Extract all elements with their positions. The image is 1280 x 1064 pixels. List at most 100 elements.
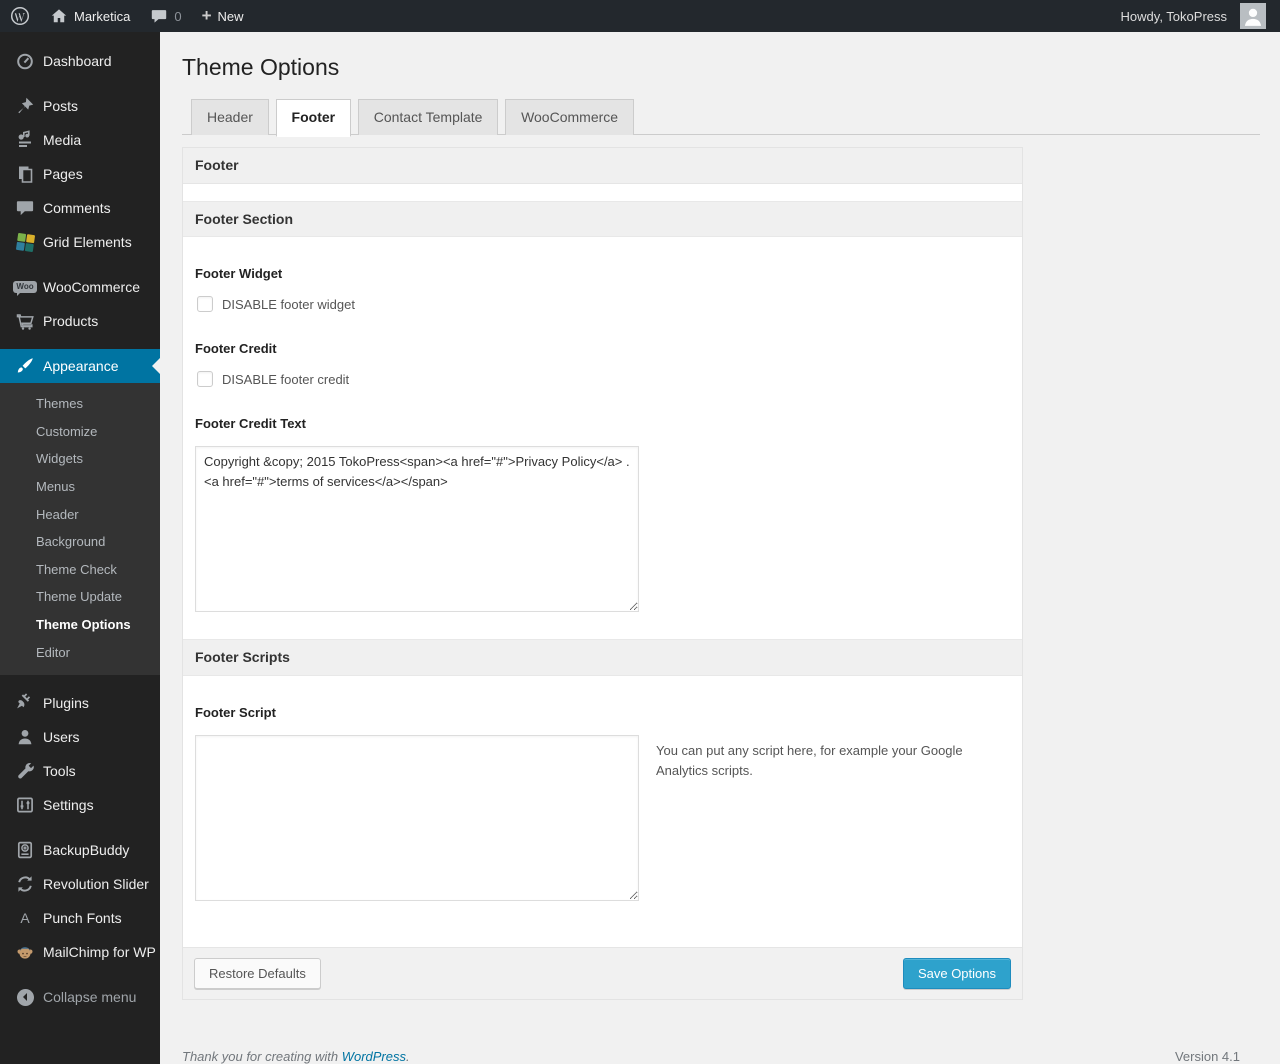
settings-icon bbox=[15, 795, 35, 815]
sidebar-item-dashboard[interactable]: Dashboard bbox=[0, 44, 160, 78]
submenu-item-header[interactable]: Header bbox=[0, 501, 160, 529]
brush-icon bbox=[15, 356, 35, 376]
comment-bubble-icon bbox=[15, 198, 35, 218]
tab-header[interactable]: Header bbox=[191, 98, 269, 135]
footer-script-description: You can put any script here, for example… bbox=[656, 743, 963, 779]
sidebar-item-plugins[interactable]: Plugins bbox=[0, 686, 160, 720]
sidebar-item-label: Products bbox=[43, 313, 99, 329]
sidebar-item-label: Users bbox=[43, 729, 80, 746]
footer-credit-label: Footer Credit bbox=[195, 341, 277, 357]
sidebar-item-settings[interactable]: Settings bbox=[0, 788, 160, 822]
site-name: Marketica bbox=[74, 8, 131, 24]
woocommerce-icon: Woo bbox=[13, 277, 37, 297]
version-text: Version 4.1 bbox=[1174, 1049, 1240, 1064]
menu-separator bbox=[0, 969, 160, 980]
submenu-item-editor[interactable]: Editor bbox=[0, 639, 160, 667]
sidebar-item-label: Pages bbox=[43, 166, 83, 182]
sidebar-item-label: Grid Elements bbox=[43, 234, 132, 250]
sidebar-item-comments[interactable]: Comments bbox=[0, 191, 160, 225]
footer-credit-text-label: Footer Credit Text bbox=[195, 416, 306, 432]
checkbox-label: DISABLE footer credit bbox=[222, 371, 350, 387]
sidebar-item-punch-fonts[interactable]: A Punch Fonts bbox=[0, 901, 160, 935]
sidebar-item-tools[interactable]: Tools bbox=[0, 754, 160, 788]
save-options-button[interactable]: Save Options bbox=[902, 958, 1011, 990]
refresh-icon bbox=[15, 874, 35, 894]
home-icon bbox=[51, 9, 67, 23]
sidebar-item-label: Punch Fonts bbox=[43, 910, 122, 927]
media-icon bbox=[15, 130, 35, 150]
main-content: Theme Options Header Footer Contact Temp… bbox=[160, 0, 1280, 1064]
submenu-item-widgets[interactable]: Widgets bbox=[0, 445, 160, 473]
disable-footer-widget-row[interactable]: DISABLE footer widget bbox=[195, 296, 1010, 313]
footer-widget-label: Footer Widget bbox=[195, 266, 283, 282]
site-menu-button[interactable]: Marketica bbox=[40, 0, 140, 32]
admin-sidebar: Dashboard Posts Media Pages Comments Gri… bbox=[0, 32, 160, 1064]
disable-footer-credit-row[interactable]: DISABLE footer credit bbox=[195, 371, 1010, 388]
submenu-item-theme-check[interactable]: Theme Check bbox=[0, 556, 160, 584]
sidebar-item-posts[interactable]: Posts bbox=[0, 89, 160, 123]
sidebar-item-label: Settings bbox=[43, 797, 94, 814]
panel-actions-bar: Restore Defaults Save Options bbox=[183, 947, 1022, 1000]
footer-script-textarea[interactable] bbox=[195, 735, 639, 902]
collapse-arrow-icon bbox=[15, 987, 35, 1007]
sidebar-item-grid-elements[interactable]: Grid Elements bbox=[0, 225, 160, 259]
footer-script-label: Footer Script bbox=[195, 705, 276, 721]
menu-separator bbox=[0, 78, 160, 89]
submenu-item-background[interactable]: Background bbox=[0, 528, 160, 556]
sidebar-item-label: Appearance bbox=[43, 358, 119, 374]
sidebar-item-label: Revolution Slider bbox=[43, 876, 149, 893]
comments-button[interactable]: 0 bbox=[140, 0, 191, 32]
pin-icon bbox=[15, 96, 35, 116]
footer-scripts-content: Footer Script You can put any script her… bbox=[183, 705, 1022, 947]
footer-options-panel: Footer Footer Section Footer Widget DISA… bbox=[182, 146, 1023, 1001]
grid-icon bbox=[15, 232, 35, 252]
tab-contact-template[interactable]: Contact Template bbox=[357, 98, 499, 135]
sidebar-item-products[interactable]: Products bbox=[0, 304, 160, 338]
submenu-item-menus[interactable]: Menus bbox=[0, 473, 160, 501]
account-menu-button[interactable]: Howdy, TokoPress bbox=[1111, 0, 1280, 32]
tab-woocommerce[interactable]: WooCommerce bbox=[505, 98, 635, 135]
sidebar-item-media[interactable]: Media bbox=[0, 123, 160, 157]
howdy-text: Howdy, TokoPress bbox=[1120, 8, 1227, 24]
sidebar-item-label: Media bbox=[43, 132, 82, 148]
sidebar-item-label: Tools bbox=[43, 763, 76, 780]
letter-a-icon: A bbox=[20, 910, 30, 927]
sidebar-item-appearance[interactable]: Appearance bbox=[0, 349, 160, 383]
wordpress-link[interactable]: WordPress bbox=[342, 1049, 406, 1064]
sidebar-item-label: BackupBuddy bbox=[43, 842, 130, 859]
cart-icon bbox=[15, 311, 35, 331]
sidebar-item-label: Plugins bbox=[43, 695, 89, 712]
menu-separator bbox=[0, 675, 160, 686]
menu-separator bbox=[0, 259, 160, 270]
footer-thanks: Thank you for creating with WordPress. bbox=[182, 1049, 410, 1064]
collapse-menu-button[interactable]: Collapse menu bbox=[0, 980, 160, 1014]
submenu-item-themes[interactable]: Themes bbox=[0, 390, 160, 418]
menu-separator bbox=[0, 338, 160, 349]
restore-defaults-button[interactable]: Restore Defaults bbox=[194, 958, 321, 990]
sidebar-item-label: WooCommerce bbox=[43, 279, 140, 295]
user-icon bbox=[15, 727, 35, 747]
submenu-item-customize[interactable]: Customize bbox=[0, 418, 160, 446]
new-content-button[interactable]: + New bbox=[192, 0, 254, 32]
new-label: New bbox=[217, 8, 244, 24]
admin-bar: Marketica 0 + New Howdy, TokoPress bbox=[0, 0, 1280, 32]
footer-scripts-bar: Footer Scripts bbox=[183, 639, 1022, 677]
wordpress-admin-screen: Marketica 0 + New Howdy, TokoPress Dashb… bbox=[0, 0, 1280, 1064]
sidebar-item-label: Comments bbox=[43, 200, 111, 216]
footer-section-bar: Footer Section bbox=[183, 200, 1022, 238]
sidebar-item-users[interactable]: Users bbox=[0, 720, 160, 754]
footer-credit-text-textarea[interactable]: Copyright &copy; 2015 TokoPress<span><a … bbox=[195, 446, 639, 613]
tab-footer[interactable]: Footer bbox=[275, 98, 352, 137]
disable-footer-credit-checkbox[interactable] bbox=[197, 371, 213, 388]
submenu-item-theme-update[interactable]: Theme Update bbox=[0, 583, 160, 611]
wp-logo-button[interactable] bbox=[0, 0, 40, 32]
avatar bbox=[1240, 3, 1266, 29]
sidebar-item-backupbuddy[interactable]: BackupBuddy bbox=[0, 833, 160, 867]
sidebar-item-pages[interactable]: Pages bbox=[0, 157, 160, 191]
sidebar-item-revolution-slider[interactable]: Revolution Slider bbox=[0, 867, 160, 901]
footer-section-content: Footer Widget DISABLE footer widget Foot… bbox=[183, 266, 1022, 639]
sidebar-item-mailchimp[interactable]: MailChimp for WP bbox=[0, 935, 160, 969]
sidebar-item-woocommerce[interactable]: Woo WooCommerce bbox=[0, 270, 160, 304]
submenu-item-theme-options[interactable]: Theme Options bbox=[0, 611, 160, 639]
disable-footer-widget-checkbox[interactable] bbox=[197, 296, 213, 313]
